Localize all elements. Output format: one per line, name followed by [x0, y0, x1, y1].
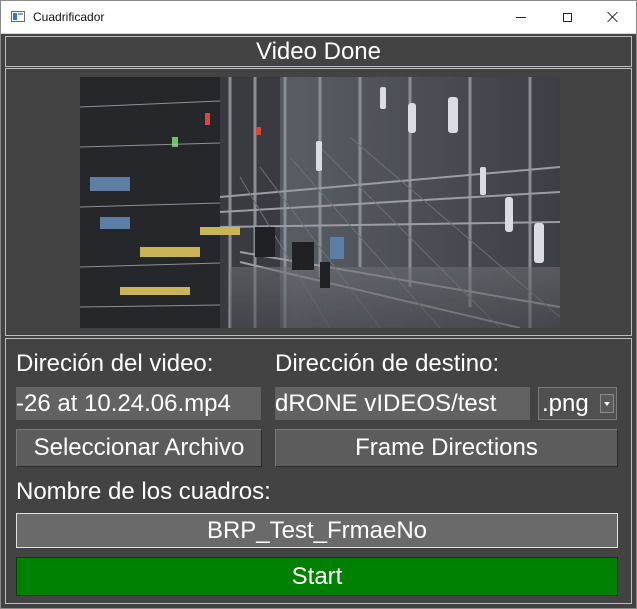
image-format-value: .png [542, 390, 589, 417]
frame-name-field[interactable]: BRP_Test_FrmaeNo [16, 513, 618, 548]
video-path-label: Direción del video: [16, 350, 214, 377]
close-icon [607, 11, 619, 23]
preview-panel [5, 68, 632, 336]
window-title: Cuadrificador [33, 10, 105, 24]
destination-path-label: Dirección de destino: [275, 350, 500, 377]
chevron-down-icon[interactable] [600, 394, 614, 413]
status-panel: Video Done [5, 36, 632, 67]
maximize-icon [562, 12, 572, 22]
video-path-field[interactable]: -26 at 10.24.06.mp4 [16, 387, 261, 420]
status-text: Video Done [256, 38, 381, 65]
app-window: Cuadrificador Video Done Direción del vi… [0, 0, 637, 609]
title-bar[interactable]: Cuadrificador [1, 1, 636, 34]
image-format-select[interactable]: .png [538, 387, 617, 420]
controls-panel: Direción del video: Dirección de destino… [5, 338, 632, 604]
app-window-icon [11, 11, 25, 22]
frame-name-label: Nombre de los cuadros: [16, 478, 271, 505]
close-button[interactable] [590, 1, 636, 33]
frame-directions-button[interactable]: Frame Directions [275, 429, 618, 467]
minimize-icon [516, 16, 526, 18]
video-preview-image [80, 77, 560, 328]
maximize-button[interactable] [544, 1, 590, 33]
start-button[interactable]: Start [16, 557, 618, 596]
minimize-button[interactable] [498, 1, 544, 33]
select-file-button[interactable]: Seleccionar Archivo [16, 429, 262, 467]
video-frame-illustration [80, 77, 560, 328]
destination-path-field[interactable]: dRONE vIDEOS/test [275, 387, 530, 420]
